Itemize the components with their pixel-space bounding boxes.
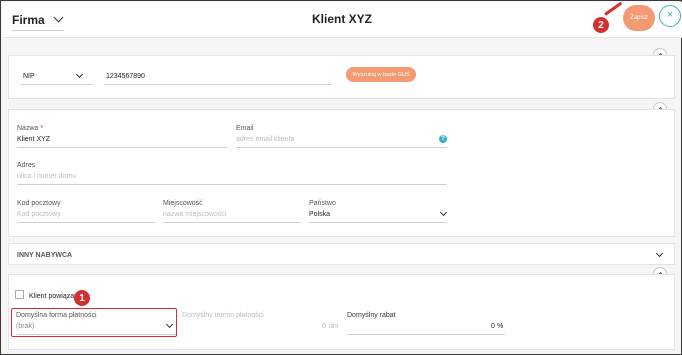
country-underline [309, 222, 447, 223]
other-buyer-title: INNY NABYWCA [17, 252, 73, 259]
chevron-down-icon [75, 70, 84, 79]
tax-id-card: NIP 1234567890 [8, 55, 675, 99]
postal-code-underline [17, 222, 155, 223]
chevron-down-icon [439, 208, 448, 217]
name-input[interactable]: Klient XYZ [17, 136, 50, 143]
app-window: Firma Klient XYZ Zapisz × 2 NIP 12345678… [0, 0, 682, 355]
discount-input[interactable]: 0 [491, 323, 495, 330]
header-bar: Firma Klient XYZ Zapisz × [2, 2, 682, 38]
postal-code-input[interactable]: Kod pocztowy [17, 211, 61, 218]
payment-term-unit: dni [329, 323, 339, 330]
address-input[interactable]: ulica i numer domu [17, 173, 76, 180]
country-select[interactable]: Polska [309, 211, 330, 218]
payment-term-label: Domyślny termin płatności [182, 312, 264, 319]
other-buyer-section[interactable]: INNY NABYWCA [8, 243, 675, 265]
email-input[interactable]: adres email klienta [236, 136, 294, 143]
tax-id-underline [104, 84, 332, 85]
postal-code-label: Kod pocztowy [17, 200, 61, 207]
gus-search-button[interactable]: Wyszukaj w bazie GUS [346, 67, 416, 82]
tax-id-input[interactable]: 1234567890 [106, 73, 145, 80]
name-label: Nazwa * [17, 125, 44, 132]
page-title: Klient XYZ [311, 12, 372, 26]
country-label: Państwo [309, 200, 336, 207]
annotation-marker-2: 2 [593, 17, 609, 33]
chevron-down-icon [655, 249, 664, 258]
email-underline [236, 147, 447, 148]
city-input[interactable]: nazwa miejscowości [163, 211, 226, 218]
related-client-checkbox[interactable] [15, 290, 24, 299]
address-label: Adres [17, 162, 36, 169]
discount-unit: % [497, 323, 504, 330]
city-label: Miejscowość [163, 200, 203, 207]
payment-term-input: 0 [322, 323, 326, 330]
email-label: Email [236, 125, 254, 132]
help-icon[interactable]: ? [439, 135, 447, 143]
tax-id-type-underline [21, 84, 93, 85]
client-details-card: Nazwa * Klient XYZ Email adres email kli… [8, 109, 675, 237]
annotation-highlight-box [11, 308, 177, 337]
close-icon[interactable]: × [659, 5, 681, 27]
annotation-marker-1: 1 [74, 290, 90, 306]
tax-id-type-value[interactable]: NIP [23, 73, 35, 80]
city-underline [163, 222, 301, 223]
address-underline [17, 184, 447, 185]
name-underline [17, 147, 227, 148]
save-button[interactable]: Zapisz [623, 5, 655, 31]
discount-underline [347, 334, 505, 335]
discount-label: Domyślny rabat [347, 312, 396, 319]
